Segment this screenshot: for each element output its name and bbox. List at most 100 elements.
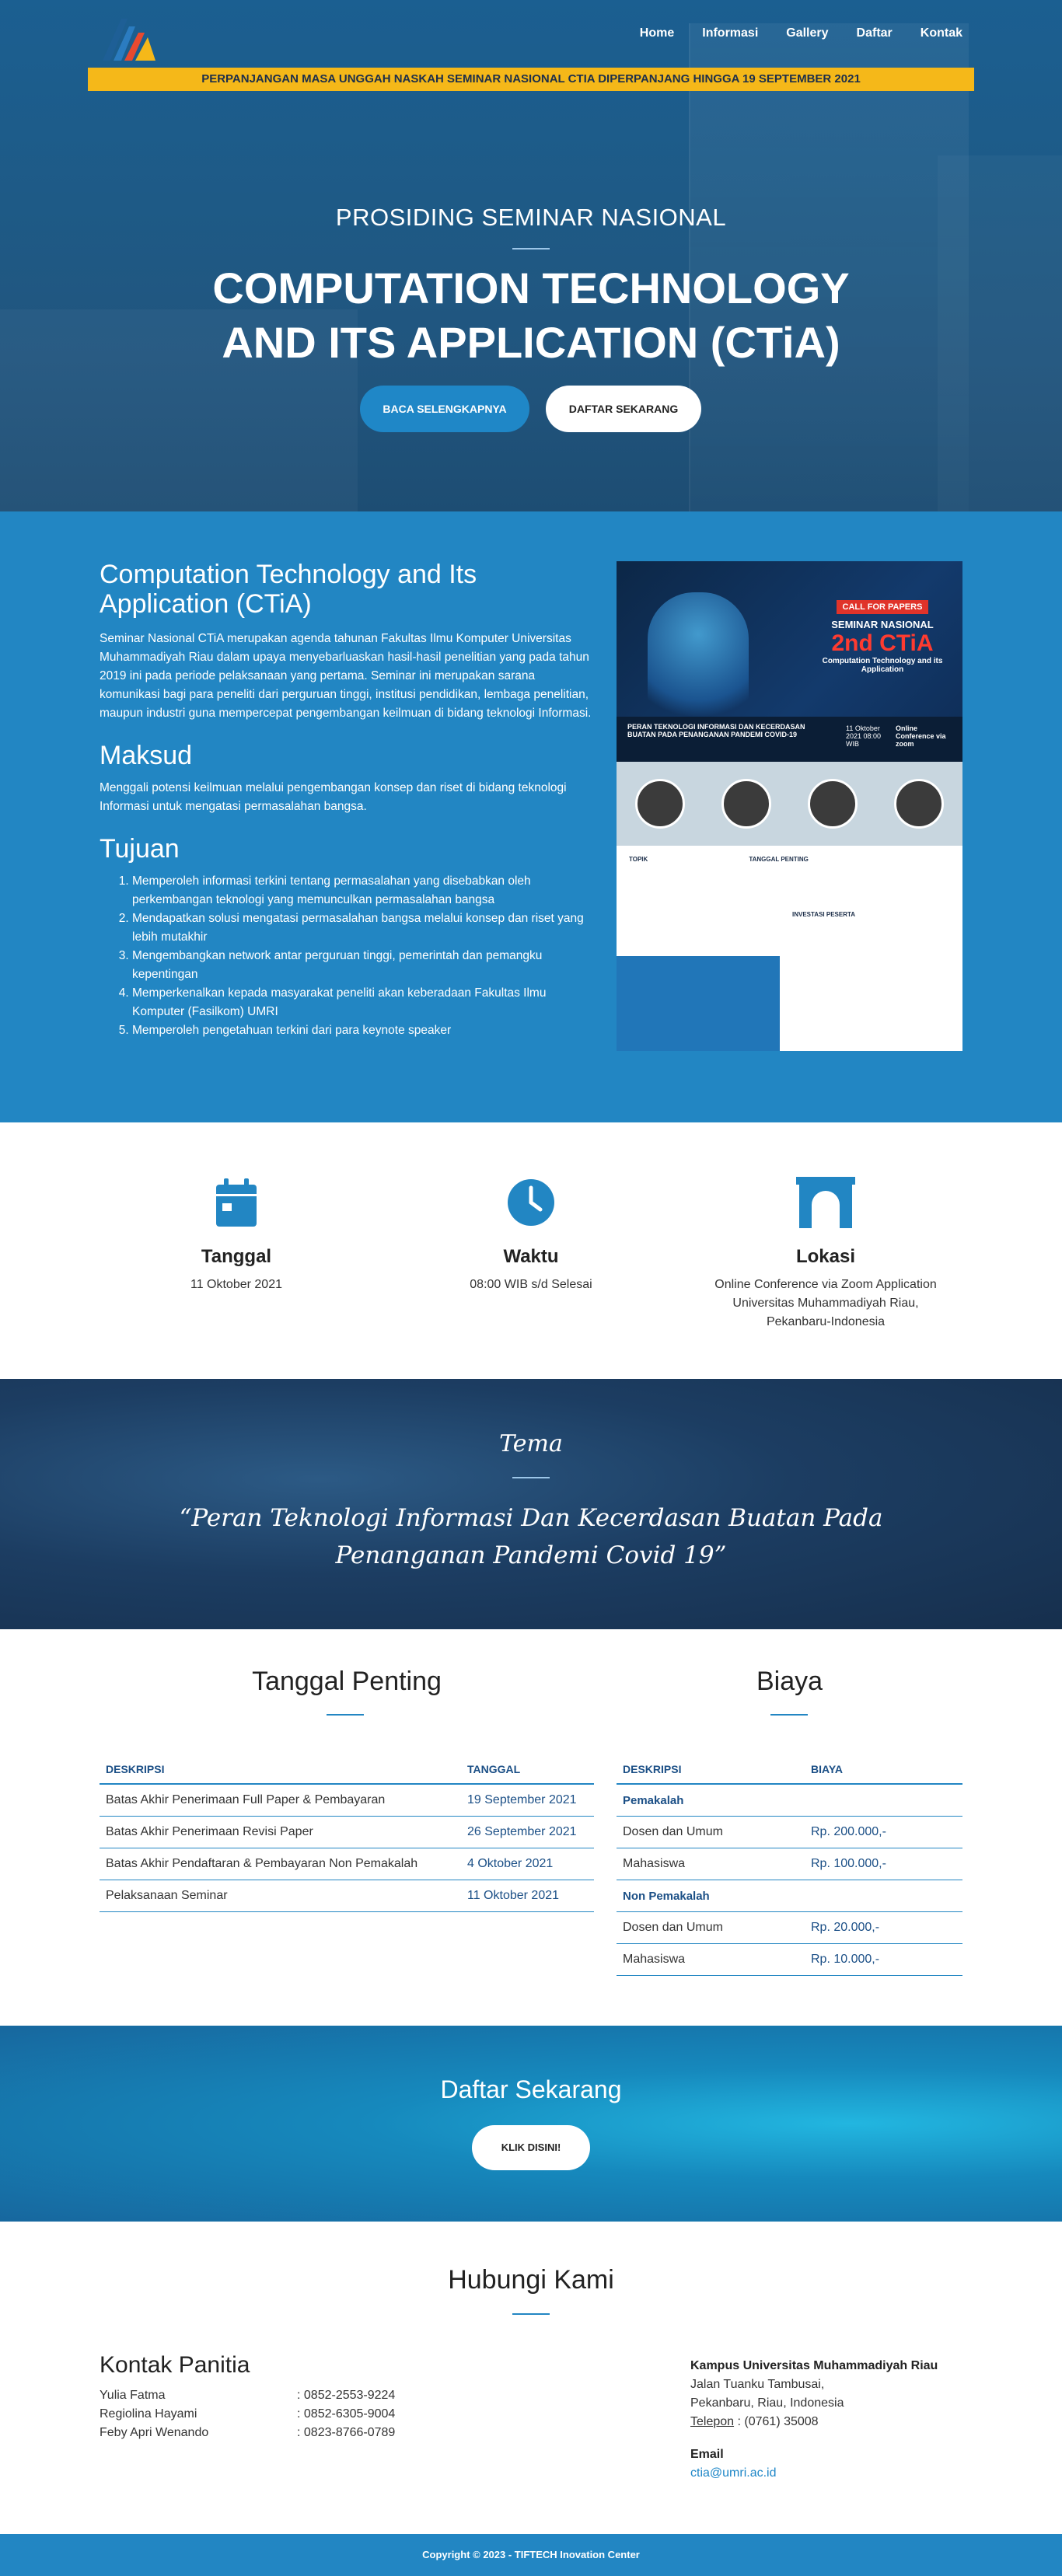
poster-cfp: CALL FOR PAPERS	[836, 600, 929, 614]
click-here-button[interactable]: KLIK DISINI!	[472, 2125, 590, 2170]
theme-label: Tema	[499, 1430, 563, 1457]
column-header: TANGGAL	[461, 1754, 594, 1785]
table-cell: Dosen dan Umum	[617, 1911, 805, 1944]
poster-footer-band	[617, 956, 780, 1051]
poster-header: CALL FOR PAPERS SEMINAR NASIONAL 2nd CTi…	[617, 561, 962, 762]
nav-home[interactable]: Home	[640, 26, 674, 40]
poster-theme-band: PERAN TEKNOLOGI INFORMASI DAN KECERDASAN…	[617, 717, 962, 762]
email-link[interactable]: ctia@umri.ac.id	[690, 2466, 777, 2480]
contact-name: Regiolina Hayami	[100, 2407, 197, 2421]
about-description: Seminar Nasional CTiA merupakan agenda t…	[100, 632, 592, 720]
speaker-avatar	[634, 779, 685, 829]
speaker-avatar	[894, 779, 945, 829]
theme-divider	[512, 1477, 550, 1478]
dates-divider	[327, 1714, 364, 1716]
table-header-row: DESKRIPSI TANGGAL	[100, 1754, 594, 1785]
table-row: Batas Akhir Penerimaan Revisi Paper 26 S…	[100, 1816, 594, 1848]
site-logo[interactable]	[101, 14, 157, 62]
committee-contacts: Kontak Panitia Yulia Fatma : 0852-2553-9…	[100, 2352, 442, 2442]
event-info-section: Tanggal 11 Oktober 2021 Waktu 08:00 WIB …	[0, 1122, 1062, 1379]
contact-row: Yulia Fatma : 0852-2553-9224	[100, 2386, 442, 2405]
tujuan-list: Memperoleh informasi terkini tentang per…	[100, 872, 597, 1040]
nav-informasi[interactable]: Informasi	[702, 26, 758, 40]
register-title: Daftar Sekarang	[440, 2075, 622, 2103]
list-item: Memperkenalkan kepada masyarakat penelit…	[132, 984, 597, 1021]
table-cell: Rp. 100.000,-	[805, 1848, 962, 1880]
table-row: Batas Akhir Penerimaan Full Paper & Pemb…	[100, 1784, 594, 1817]
maksud-heading: Maksud	[100, 741, 193, 770]
contact-row: Feby Apri Wenando : 0823-8766-0789	[100, 2424, 442, 2442]
theme-quote-line: Penanganan Pandemi Covid 19”	[335, 1541, 727, 1569]
table-row: Pelaksanaan Seminar 11 Oktober 2021	[100, 1880, 594, 1912]
poster-subtitle: Computation Technology and its Applicati…	[822, 657, 943, 674]
poster-figure-graphic	[648, 592, 749, 732]
table-cell: 11 Oktober 2021	[461, 1880, 594, 1912]
hero-divider	[512, 248, 550, 250]
fees-title: Biaya	[756, 1667, 823, 1696]
column-header: BIAYA	[805, 1754, 962, 1785]
event-poster[interactable]: CALL FOR PAPERS SEMINAR NASIONAL 2nd CTi…	[617, 561, 962, 1051]
location-label: Lokasi	[795, 1246, 856, 1267]
poster-date: 11 Oktober 2021 08:00 WIB	[846, 724, 882, 748]
theme-quote: “Peran Teknologi Informasi Dan Kecerdasa…	[0, 1499, 1062, 1574]
location-info: Lokasi Online Conference via Zoom Applic…	[686, 1177, 966, 1332]
nav-daftar[interactable]: Daftar	[857, 26, 893, 40]
table-group-label: Pemakalah	[617, 1784, 962, 1817]
table-cell: Dosen dan Umum	[617, 1816, 805, 1848]
maksud-text: Menggali potensi keilmuan melalui pengem…	[100, 781, 567, 813]
table-row: Mahasiswa Rp. 100.000,-	[617, 1848, 962, 1880]
contact-divider	[512, 2313, 550, 2315]
table-cell: Batas Akhir Penerimaan Full Paper & Pemb…	[100, 1784, 461, 1817]
contact-section: Hubungi Kami Kontak Panitia Yulia Fatma …	[0, 2222, 1062, 2534]
theme-section: Tema “Peran Teknologi Informasi Dan Kece…	[0, 1379, 1062, 1629]
phone-label: Telepon	[690, 2415, 735, 2428]
dates-fees-section: Tanggal Penting Biaya DESKRIPSI TANGGAL …	[0, 1629, 1062, 2026]
poster-mode: Online Conference via zoom	[896, 724, 946, 748]
poster-details: TOPIK TANGGAL PENTING INVESTASI PESERTA	[617, 846, 962, 928]
poster-tanggal-penting: TANGGAL PENTING	[749, 856, 809, 863]
table-cell: Batas Akhir Pendaftaran & Pembayaran Non…	[100, 1848, 461, 1880]
location-line: Online Conference via Zoom Application	[714, 1278, 937, 1291]
poster-edition: 2nd CTiA	[831, 630, 934, 656]
table-row: Dosen dan Umum Rp. 200.000,-	[617, 1816, 962, 1848]
table-group-row: Pemakalah	[617, 1784, 962, 1817]
contact-name: Yulia Fatma	[100, 2389, 166, 2402]
address-street: Jalan Tuanku Tambusai,	[690, 2378, 825, 2391]
list-item: Mendapatkan solusi mengatasi permasalaha…	[132, 909, 597, 947]
poster-investasi: INVESTASI PESERTA	[792, 911, 856, 918]
read-more-button[interactable]: BACA SELENGKAPNYA	[360, 386, 529, 432]
speaker-avatar	[721, 779, 771, 829]
dates-table: DESKRIPSI TANGGAL Batas Akhir Penerimaan…	[100, 1754, 594, 1912]
nav-kontak[interactable]: Kontak	[921, 26, 962, 40]
speaker-avatar	[808, 779, 858, 829]
poster-seminar: SEMINAR NASIONAL	[831, 619, 934, 630]
column-header: DESKRIPSI	[100, 1754, 461, 1785]
list-item: Memperoleh pengetahuan terkini dari para…	[132, 1021, 597, 1040]
fees-table: DESKRIPSI BIAYA Pemakalah Dosen dan Umum…	[617, 1754, 962, 1976]
date-info: Tanggal 11 Oktober 2021	[96, 1177, 376, 1294]
email-label: Email	[690, 2448, 724, 2461]
contact-title: Hubungi Kami	[448, 2265, 614, 2295]
clock-icon	[508, 1179, 554, 1226]
table-group-label: Non Pemakalah	[617, 1880, 962, 1912]
register-now-button[interactable]: DAFTAR SEKARANG	[546, 386, 701, 432]
archway-icon	[796, 1177, 855, 1228]
list-item: Memperoleh informasi terkini tentang per…	[132, 872, 597, 909]
campus-address: Kampus Universitas Muhammadiyah Riau Jal…	[690, 2357, 962, 2483]
nav-gallery[interactable]: Gallery	[786, 26, 828, 40]
hero-subtitle: PROSIDING SEMINAR NASIONAL	[335, 204, 727, 231]
register-section: Daftar Sekarang KLIK DISINI!	[0, 2026, 1062, 2222]
column-header: DESKRIPSI	[617, 1754, 805, 1785]
table-header-row: DESKRIPSI BIAYA	[617, 1754, 962, 1785]
hero-title: COMPUTATION TECHNOLOGY AND ITS APPLICATI…	[0, 261, 1062, 370]
about-text: Computation Technology and Its Applicati…	[100, 560, 597, 1040]
location-line: Pekanbaru-Indonesia	[766, 1315, 886, 1328]
fees-divider	[770, 1714, 808, 1716]
address-city: Pekanbaru, Riau, Indonesia	[690, 2396, 844, 2410]
dates-title: Tanggal Penting	[252, 1667, 442, 1696]
theme-quote-line: “Peran Teknologi Informasi Dan Kecerdasa…	[179, 1504, 883, 1532]
contact-phone: : 0823-8766-0789	[297, 2426, 396, 2439]
contact-phone: : 0852-6305-9004	[297, 2407, 396, 2421]
footer: Copyright © 2023 - TIFTECH Inovation Cen…	[0, 2534, 1062, 2576]
main-nav: Home Informasi Gallery Daftar Kontak	[640, 26, 962, 40]
